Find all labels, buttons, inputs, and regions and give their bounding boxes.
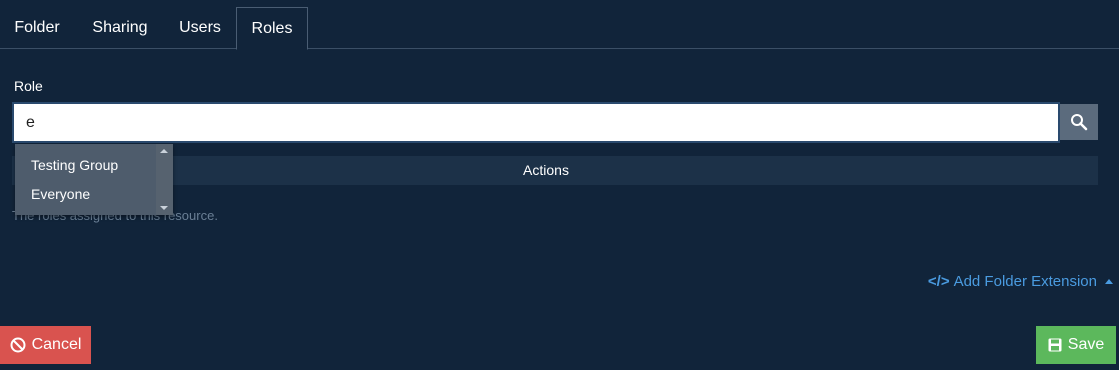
ban-icon [10, 337, 26, 353]
tab-bar: Folder Sharing Users Roles [0, 0, 1119, 50]
caret-up-icon [1105, 279, 1113, 284]
add-folder-extension-link[interactable]: </> Add Folder Extension [928, 273, 1113, 290]
floppy-disk-icon [1048, 338, 1062, 352]
autocomplete-option-testing-group[interactable]: Testing Group [15, 151, 156, 179]
code-icon: </> [927, 273, 950, 290]
scroll-down-arrow-icon[interactable] [160, 206, 168, 210]
scrollbar-thumb[interactable] [156, 144, 173, 215]
role-search-input[interactable] [12, 102, 1060, 143]
tab-roles[interactable]: Roles [236, 7, 308, 50]
role-autocomplete-dropdown: Testing Group Everyone [15, 144, 173, 215]
autocomplete-option-everyone[interactable]: Everyone [15, 180, 156, 208]
autocomplete-list: Testing Group Everyone [15, 144, 156, 215]
scroll-up-arrow-icon[interactable] [160, 149, 168, 153]
role-label: Role [14, 78, 43, 94]
tab-sharing[interactable]: Sharing [76, 7, 164, 49]
search-button[interactable] [1060, 104, 1098, 140]
roles-table-header: Actions [12, 156, 1098, 185]
tab-folder[interactable]: Folder [0, 7, 74, 49]
search-icon [1071, 114, 1088, 131]
add-folder-extension-label: Add Folder Extension [953, 273, 1097, 290]
save-label: Save [1067, 336, 1105, 353]
save-button[interactable]: Save [1036, 326, 1116, 364]
tab-users[interactable]: Users [164, 7, 236, 49]
cancel-button[interactable]: Cancel [0, 326, 91, 364]
autocomplete-scrollbar[interactable] [156, 144, 173, 215]
cancel-label: Cancel [31, 336, 82, 353]
actions-column-header: Actions [523, 162, 569, 178]
